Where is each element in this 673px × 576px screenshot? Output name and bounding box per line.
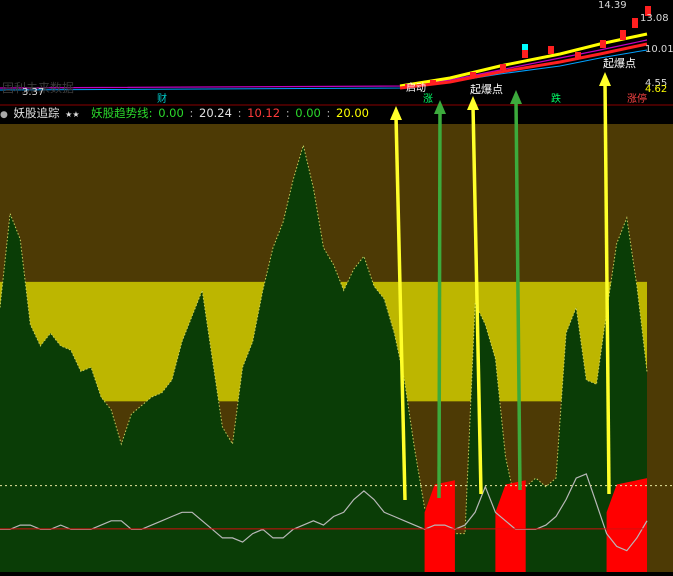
price-candle-2 bbox=[430, 80, 436, 85]
indicator-right-margin bbox=[647, 124, 673, 572]
signal-arrow-head-1 bbox=[390, 106, 402, 120]
indicator-value-3: 10.12 bbox=[247, 106, 281, 120]
price-label-3: 10.01 bbox=[645, 44, 673, 55]
price-candle-cyan bbox=[522, 44, 528, 50]
indicator-stars: ★★ bbox=[65, 110, 80, 119]
price-candle-6 bbox=[548, 46, 554, 54]
indicator-value-5: 20.00 bbox=[336, 106, 369, 120]
die-label: 跌 bbox=[551, 94, 561, 105]
price-candle-8 bbox=[600, 40, 606, 48]
indicator-name: 妖股追踪 bbox=[13, 106, 60, 120]
indicator-sep-3: : bbox=[285, 106, 290, 120]
price-candle-3 bbox=[470, 72, 476, 78]
up-label: 涨 bbox=[423, 94, 433, 105]
low-price-label: 3.37 bbox=[22, 87, 45, 98]
indicator-value-4: 0.00 bbox=[295, 106, 321, 120]
buy-point-label-2: 起爆点 bbox=[603, 57, 636, 70]
indicator-title-row: ● 妖股追踪 ★★ 妖股趋势线: 0.00 : 20.24 : 10.12 : … bbox=[0, 106, 371, 122]
collapse-icon[interactable]: ● bbox=[0, 110, 8, 120]
price-pane bbox=[0, 0, 673, 106]
indicator-value-1: 0.00 bbox=[158, 106, 184, 120]
price-candle-5 bbox=[522, 50, 528, 58]
indicator-line-label: 妖股趋势线: bbox=[91, 106, 153, 120]
price-candle-7 bbox=[575, 52, 581, 58]
indicator-sep-2: : bbox=[237, 106, 242, 120]
indicator-sep-1: : bbox=[189, 106, 194, 120]
price-label-2: 13.08 bbox=[640, 13, 669, 24]
price-candle-4 bbox=[500, 64, 506, 70]
buy-point-label: 起爆点 bbox=[470, 83, 503, 96]
zhang-label: 涨停 bbox=[627, 94, 647, 105]
indicator-sep-4: : bbox=[326, 106, 331, 120]
start-label: 启动 bbox=[406, 83, 426, 94]
price-candle-9 bbox=[620, 30, 626, 40]
high-price-label: 14.39 bbox=[598, 0, 627, 11]
price-candle-10 bbox=[632, 18, 638, 28]
indicator-value-2: 20.24 bbox=[199, 106, 232, 120]
price-label-5: 4.62 bbox=[645, 84, 668, 95]
indicator-chart bbox=[0, 0, 673, 573]
chart-stage: 固利未来数据 3.37 财 14.39 13.08 10.01 4.55 4.6… bbox=[0, 0, 673, 573]
marker-cai: 财 bbox=[157, 94, 167, 105]
signal-arrow-2 bbox=[437, 109, 442, 499]
